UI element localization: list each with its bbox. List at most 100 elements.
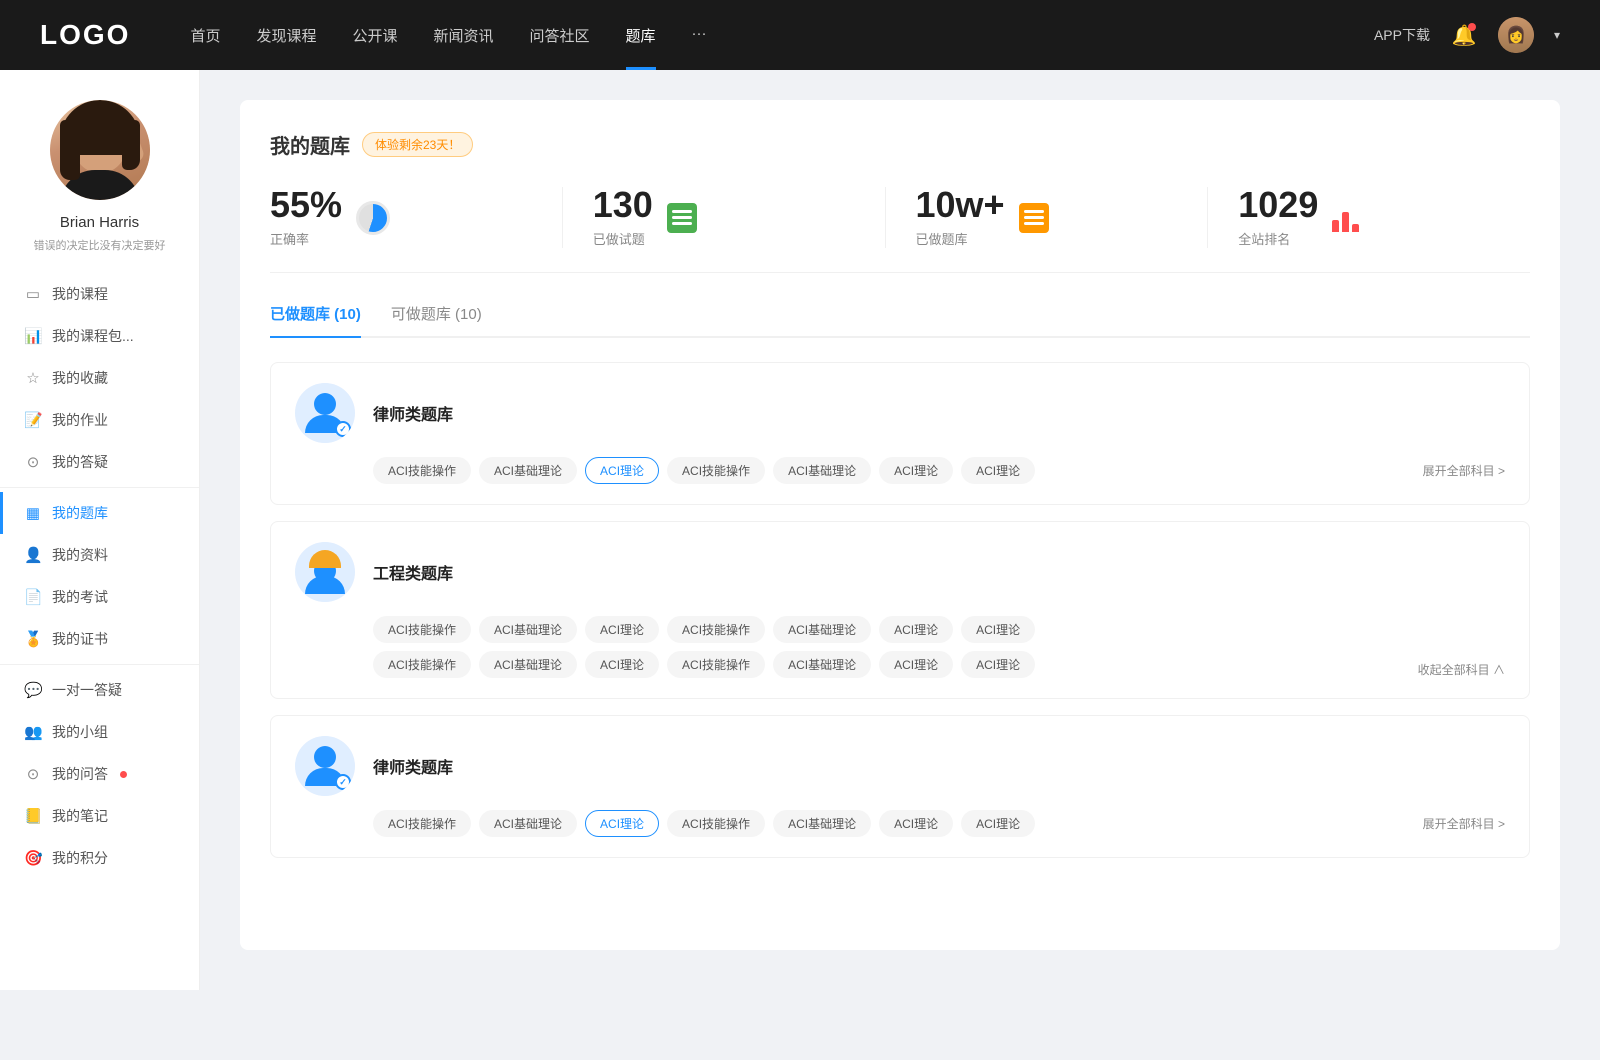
nav-link-discover[interactable]: 发现课程	[256, 25, 316, 46]
tag-2-14[interactable]: ACI理论	[961, 651, 1035, 678]
done-banks-label: 已做题库	[916, 229, 1005, 248]
sidebar-label-favorites: 我的收藏	[52, 368, 108, 388]
qbank-name-3: 律师类题库	[373, 754, 453, 778]
navbar: LOGO 首页 发现课程 公开课 新闻资讯 问答社区 题库 ··· APP下载 …	[0, 0, 1600, 70]
nav-link-more[interactable]: ···	[692, 25, 707, 46]
ranking-label: 全站排名	[1238, 229, 1318, 248]
qbank-avatar-lawyer-2: ✓	[295, 736, 355, 796]
course-icon: ▭	[24, 285, 42, 303]
sidebar-item-notes[interactable]: 📒 我的笔记	[0, 795, 199, 837]
sidebar-item-homework[interactable]: 📝 我的作业	[0, 399, 199, 441]
qbank-card-engineer: 工程类题库 ACI技能操作 ACI基础理论 ACI理论 ACI技能操作 ACI基…	[270, 521, 1530, 699]
divider-2	[0, 664, 199, 665]
sidebar-item-points[interactable]: 🎯 我的积分	[0, 837, 199, 879]
qbank-avatar-engineer	[295, 542, 355, 602]
sidebar-label-profile: 我的资料	[52, 545, 108, 565]
nav-link-home[interactable]: 首页	[190, 25, 220, 46]
tag-3-2[interactable]: ACI基础理论	[479, 810, 577, 837]
group-icon: 👥	[24, 723, 42, 741]
tab-available-banks[interactable]: 可做题库 (10)	[391, 303, 482, 336]
sidebar-item-questions[interactable]: ⊙ 我的答疑	[0, 441, 199, 483]
tag-1-5[interactable]: ACI基础理论	[773, 457, 871, 484]
homework-icon: 📝	[24, 411, 42, 429]
tabs: 已做题库 (10) 可做题库 (10)	[270, 303, 1530, 338]
list-icon-green	[667, 203, 697, 233]
app-download-link[interactable]: APP下载	[1374, 25, 1430, 45]
sidebar-item-course[interactable]: ▭ 我的课程	[0, 273, 199, 315]
expand-btn-3[interactable]: 展开全部科目 >	[1423, 815, 1505, 832]
tag-1-6[interactable]: ACI理论	[879, 457, 953, 484]
stat-number-ranking: 1029 全站排名	[1238, 187, 1318, 248]
stat-done-banks: 10w+ 已做题库	[886, 187, 1209, 248]
tag-2-6[interactable]: ACI理论	[879, 616, 953, 643]
tag-1-2[interactable]: ACI基础理论	[479, 457, 577, 484]
collapse-btn-2[interactable]: 收起全部科目 ∧	[1418, 661, 1505, 678]
tag-2-1[interactable]: ACI技能操作	[373, 616, 471, 643]
tag-1-7[interactable]: ACI理论	[961, 457, 1035, 484]
tag-3-4[interactable]: ACI技能操作	[667, 810, 765, 837]
qbank-card-lawyer-1: ✓ 律师类题库 ACI技能操作 ACI基础理论 ACI理论 ACI技能操作 AC…	[270, 362, 1530, 505]
sidebar-item-favorites[interactable]: ☆ 我的收藏	[0, 357, 199, 399]
sidebar-menu: ▭ 我的课程 📊 我的课程包... ☆ 我的收藏 📝 我的作业 ⊙ 我的答疑 ▦	[0, 273, 199, 879]
nav-link-opencourse[interactable]: 公开课	[352, 25, 397, 46]
user-avatar-nav[interactable]: 👩	[1498, 17, 1534, 53]
tag-3-5[interactable]: ACI基础理论	[773, 810, 871, 837]
trial-badge: 体验剩余23天！	[362, 132, 473, 157]
tag-1-1[interactable]: ACI技能操作	[373, 457, 471, 484]
stat-done-questions: 130 已做试题	[563, 187, 886, 248]
qbank-name-1: 律师类题库	[373, 401, 453, 425]
sidebar-item-group[interactable]: 👥 我的小组	[0, 711, 199, 753]
sidebar-label-exam: 我的考试	[52, 587, 108, 607]
profile-icon: 👤	[24, 546, 42, 564]
sidebar-item-coursepack[interactable]: 📊 我的课程包...	[0, 315, 199, 357]
expand-btn-1[interactable]: 展开全部科目 >	[1423, 462, 1505, 479]
done-questions-value: 130	[593, 187, 653, 223]
sidebar-user-name: Brian Harris	[60, 214, 139, 231]
tag-2-7[interactable]: ACI理论	[961, 616, 1035, 643]
tag-2-4[interactable]: ACI技能操作	[667, 616, 765, 643]
tag-3-6[interactable]: ACI理论	[879, 810, 953, 837]
tag-1-3[interactable]: ACI理论	[585, 457, 659, 484]
nav-link-qbank[interactable]: 题库	[626, 25, 656, 46]
tag-2-10[interactable]: ACI理论	[585, 651, 659, 678]
stat-number-banks: 10w+ 已做题库	[916, 187, 1005, 248]
ranking-value: 1029	[1238, 187, 1318, 223]
tag-1-4[interactable]: ACI技能操作	[667, 457, 765, 484]
avatar-dropdown-arrow[interactable]: ▾	[1554, 28, 1560, 42]
tag-2-11[interactable]: ACI技能操作	[667, 651, 765, 678]
sidebar: Brian Harris 错误的决定比没有决定要好 ▭ 我的课程 📊 我的课程包…	[0, 70, 200, 990]
sidebar-item-qbank[interactable]: ▦ 我的题库	[0, 492, 199, 534]
accuracy-value: 55%	[270, 187, 342, 223]
tag-2-13[interactable]: ACI理论	[879, 651, 953, 678]
notification-bell[interactable]: 🔔	[1450, 21, 1478, 49]
sidebar-item-myqa[interactable]: ⊙ 我的问答	[0, 753, 199, 795]
myqa-icon: ⊙	[24, 765, 42, 783]
tag-2-8[interactable]: ACI技能操作	[373, 651, 471, 678]
tag-2-3[interactable]: ACI理论	[585, 616, 659, 643]
sidebar-motto: 错误的决定比没有决定要好	[24, 237, 176, 253]
tag-2-12[interactable]: ACI基础理论	[773, 651, 871, 678]
notes-icon: 📒	[24, 807, 42, 825]
sidebar-label-cert: 我的证书	[52, 629, 108, 649]
sidebar-label-course: 我的课程	[52, 284, 108, 304]
nav-link-news[interactable]: 新闻资讯	[434, 25, 494, 46]
tag-2-5[interactable]: ACI基础理论	[773, 616, 871, 643]
sidebar-item-profile[interactable]: 👤 我的资料	[0, 534, 199, 576]
tab-done-banks[interactable]: 已做题库 (10)	[270, 303, 361, 336]
stat-number-done: 130 已做试题	[593, 187, 653, 248]
sidebar-item-cert[interactable]: 🏅 我的证书	[0, 618, 199, 660]
tag-3-1[interactable]: ACI技能操作	[373, 810, 471, 837]
tag-3-3[interactable]: ACI理论	[585, 810, 659, 837]
questions-icon: ⊙	[24, 453, 42, 471]
tag-2-9[interactable]: ACI基础理论	[479, 651, 577, 678]
sidebar-item-exam[interactable]: 📄 我的考试	[0, 576, 199, 618]
sidebar-label-homework: 我的作业	[52, 410, 108, 430]
stat-ranking: 1029 全站排名	[1208, 187, 1530, 248]
sidebar-label-coursepack: 我的课程包...	[52, 326, 134, 346]
tag-2-2[interactable]: ACI基础理论	[479, 616, 577, 643]
tag-3-7[interactable]: ACI理论	[961, 810, 1035, 837]
sidebar-item-1on1[interactable]: 💬 一对一答疑	[0, 669, 199, 711]
sidebar-label-qbank: 我的题库	[52, 503, 108, 523]
qbank-icon: ▦	[24, 504, 42, 522]
nav-link-qa[interactable]: 问答社区	[530, 25, 590, 46]
